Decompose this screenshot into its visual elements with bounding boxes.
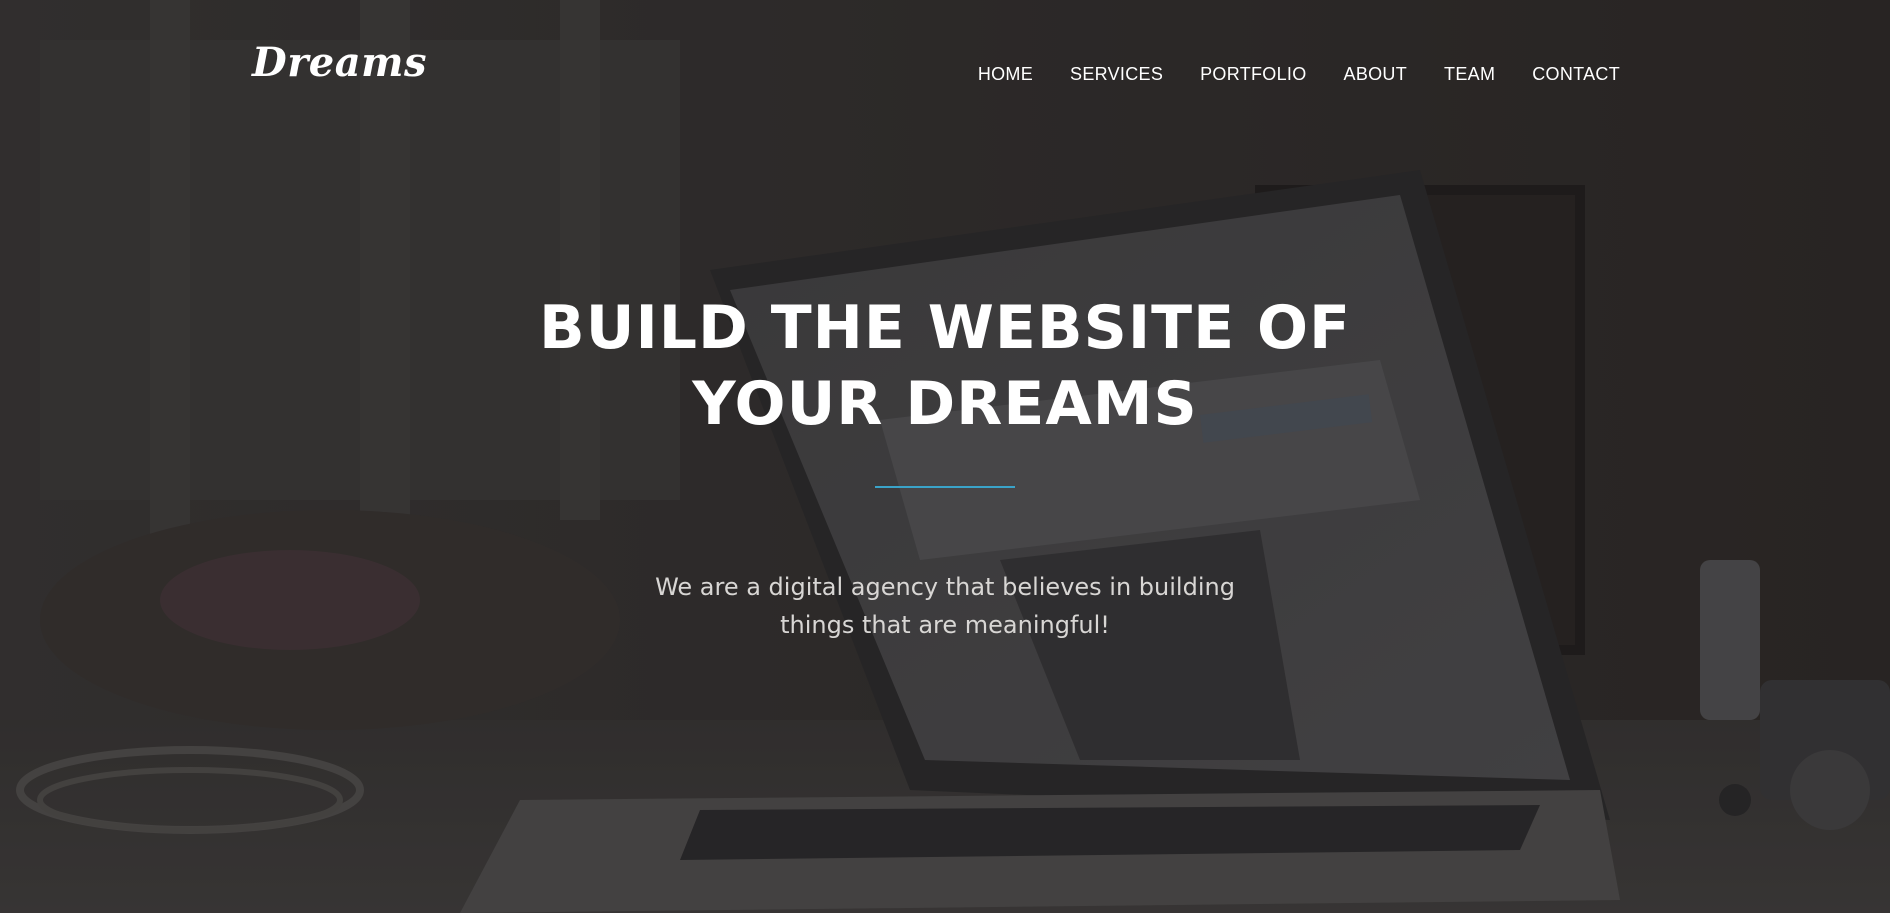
hero-subtitle-line-1: We are a digital agency that believes in… <box>655 573 1235 601</box>
nav-item-team[interactable]: TEAM <box>1444 60 1495 88</box>
hero-title: BUILD THE WEBSITE OF YOUR DREAMS <box>495 290 1395 442</box>
hero-title-line-2: YOUR DREAMS <box>692 369 1198 439</box>
hero-section: BUILD THE WEBSITE OF YOUR DREAMS We are … <box>0 290 1890 644</box>
nav-item-about[interactable]: ABOUT <box>1344 60 1408 88</box>
nav-item-services[interactable]: SERVICES <box>1070 60 1163 88</box>
hero-subtitle: We are a digital agency that believes in… <box>635 568 1255 644</box>
nav-menu: HOME SERVICES PORTFOLIO ABOUT TEAM CONTA… <box>978 60 1620 88</box>
nav-item-portfolio[interactable]: PORTFOLIO <box>1200 60 1306 88</box>
hero-divider <box>875 486 1015 488</box>
nav-item-home[interactable]: HOME <box>978 60 1033 88</box>
hero-title-line-1: BUILD THE WEBSITE OF <box>539 293 1351 363</box>
navbar: Dreams HOME SERVICES PORTFOLIO ABOUT TEA… <box>0 0 1890 140</box>
brand-logo[interactable]: Dreams <box>252 38 427 88</box>
nav-item-contact[interactable]: CONTACT <box>1532 60 1620 88</box>
hero-subtitle-line-2: things that are meaningful! <box>780 611 1110 639</box>
